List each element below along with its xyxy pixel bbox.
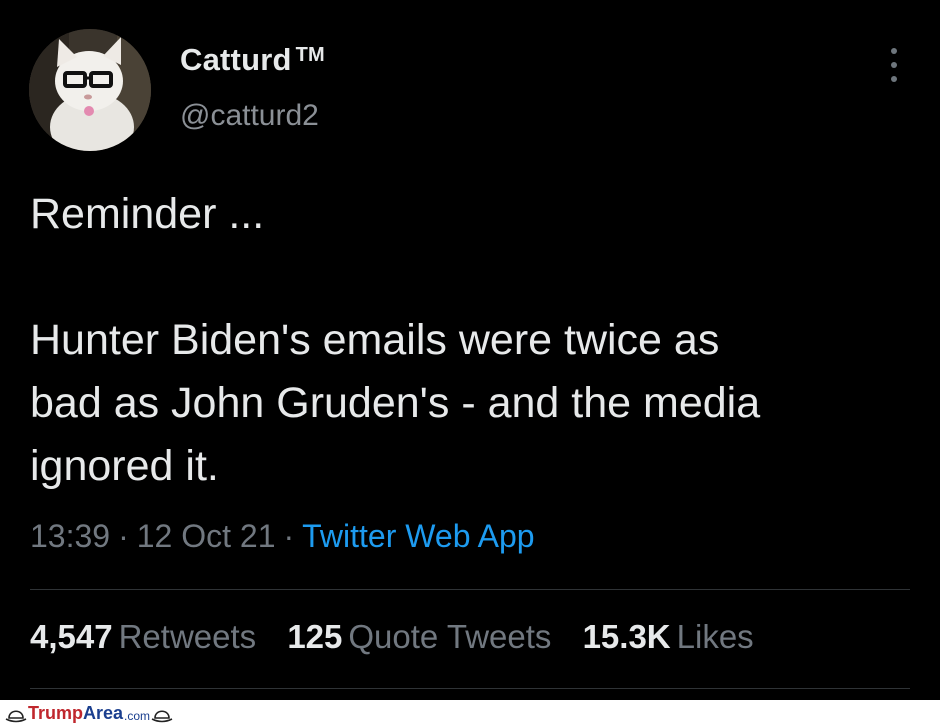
stat-label: Likes (676, 618, 754, 655)
tweet-date[interactable]: 12 Oct 21 (137, 518, 276, 554)
display-name-text: Catturd (180, 42, 292, 77)
tweet-stats: 4,547 Retweets 125 Quote Tweets 15.3K Likes (30, 618, 776, 656)
more-vertical-icon-dot (891, 76, 897, 82)
tweet-metadata: 13:39 · 12 Oct 21 · Twitter Web App (30, 518, 535, 555)
hat-icon (151, 709, 173, 722)
likes-stat[interactable]: 15.3K Likes (583, 618, 754, 656)
hat-icon (5, 709, 27, 722)
more-vertical-icon-dot (891, 62, 897, 68)
tweet-text-line: bad as John Gruden's - and the media (30, 379, 761, 427)
stat-count: 4,547 (30, 618, 113, 655)
cat-avatar-image (29, 29, 151, 151)
tweet-text-line: Hunter Biden's emails were twice as (30, 316, 720, 364)
tweet-text: Reminder ... Hunter Biden's emails were … (30, 183, 920, 498)
watermark-text-area: Area (83, 703, 124, 723)
divider (30, 688, 910, 689)
tweet-text-line: Reminder ... (30, 190, 265, 238)
stat-label: Quote Tweets (348, 618, 552, 655)
tweet-text-line: ignored it. (30, 442, 219, 490)
avatar[interactable] (29, 29, 151, 151)
meta-separator: · (283, 518, 295, 554)
stat-count: 15.3K (582, 618, 671, 655)
stat-label: Retweets (118, 618, 257, 655)
tweet-source-link[interactable]: Twitter Web App (302, 518, 534, 554)
retweets-stat[interactable]: 4,547 Retweets (30, 618, 256, 656)
user-handle[interactable]: @catturd2 (180, 99, 319, 133)
tweet-card: Catturd TM @catturd2 Reminder ... Hunter … (0, 0, 940, 700)
watermark-domain: .com (124, 708, 151, 723)
divider (30, 589, 910, 590)
watermark-bar: Trump Area .com (0, 700, 940, 727)
trademark-symbol: TM (295, 44, 325, 66)
stat-count: 125 (287, 618, 343, 655)
tweet-time[interactable]: 13:39 (30, 518, 110, 554)
meta-separator: · (118, 518, 129, 554)
more-vertical-icon (891, 48, 897, 54)
more-options-button[interactable] (882, 48, 906, 82)
watermark-text-trump: Trump (28, 703, 84, 723)
display-name[interactable]: Catturd TM (180, 42, 325, 78)
quote-tweets-stat[interactable]: 125 Quote Tweets (287, 618, 551, 656)
